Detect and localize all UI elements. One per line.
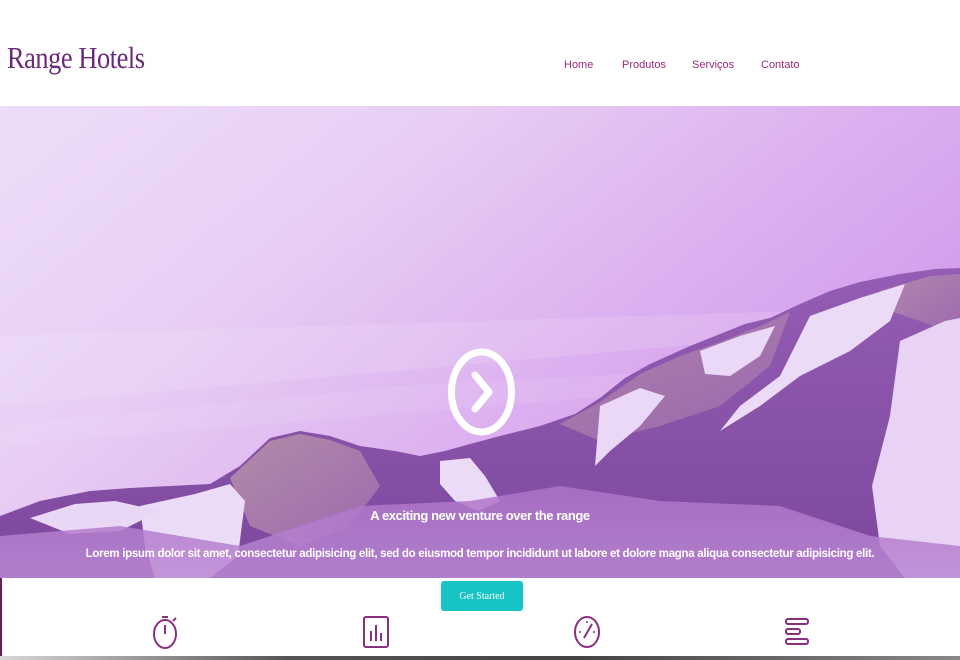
list-bars-icon [785, 618, 809, 645]
nav-contato[interactable]: Contato [761, 59, 800, 71]
speedometer-icon [574, 616, 600, 648]
bar-chart-icon [363, 616, 389, 648]
play-button[interactable] [448, 348, 515, 436]
nav-home[interactable]: Home [564, 59, 593, 71]
hero-banner: A exciting new venture over the range Lo… [0, 106, 960, 578]
main-nav: Home Produtos Serviços Contato [0, 59, 960, 73]
site-header: Range Hotels Home Produtos Serviços Cont… [0, 0, 960, 106]
get-started-button[interactable]: Get Started [441, 581, 523, 611]
nav-produtos[interactable]: Produtos [622, 59, 666, 71]
hero-tagline: A exciting new venture over the range [370, 508, 590, 523]
chevron-right-circle-icon [448, 348, 515, 436]
hero-description: Lorem ipsum dolor sit amet, consectetur … [85, 548, 875, 560]
stopwatch-icon [153, 616, 177, 649]
nav-servicos[interactable]: Serviços [692, 59, 734, 71]
feature-speed[interactable] [572, 612, 602, 652]
feature-stopwatch[interactable] [150, 612, 180, 652]
feature-chart[interactable] [361, 612, 391, 652]
feature-list[interactable] [783, 612, 813, 652]
page-bottom-border [0, 656, 960, 660]
